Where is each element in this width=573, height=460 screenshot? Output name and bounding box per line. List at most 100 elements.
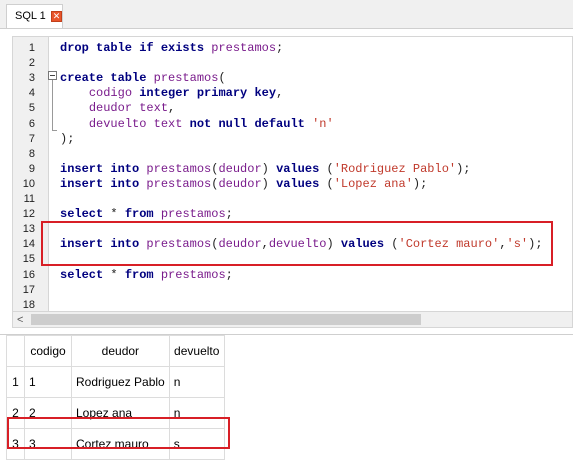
code-token: ); <box>456 161 471 176</box>
code-line[interactable]: 7); <box>13 132 572 147</box>
line-number: 18 <box>22 298 35 311</box>
table-cell-codigo[interactable]: 1 <box>24 366 72 398</box>
code-token: from <box>124 267 161 282</box>
fold-end <box>52 130 57 131</box>
code-line[interactable]: 18 <box>13 298 572 311</box>
code-line[interactable]: 8 <box>13 147 572 162</box>
row-number: 1 <box>6 366 25 398</box>
line-number: 14 <box>22 238 35 251</box>
code-text: codigo integer primary key, <box>60 86 283 101</box>
code-token: 'n' <box>312 116 334 131</box>
fold-collapse-icon[interactable] <box>48 71 57 80</box>
table-row[interactable]: 1 1 Rodriguez Pablo n <box>6 366 225 398</box>
code-token: insert into <box>60 176 147 191</box>
code-token: values <box>276 161 327 176</box>
line-number: 16 <box>22 268 35 281</box>
tab-bar: SQL 1 ✕ <box>0 0 573 29</box>
code-token: from <box>124 207 161 222</box>
code-token: ) <box>261 176 277 191</box>
code-text: select * from prestamos; <box>60 207 233 222</box>
code-token: prestamos <box>160 267 226 282</box>
code-text: insert into prestamos(deudor) values ('L… <box>60 177 427 192</box>
line-number: 2 <box>28 57 35 70</box>
code-token: 'Lopez ana' <box>333 176 413 191</box>
code-line[interactable]: 17 <box>13 283 572 298</box>
code-token: prestamos <box>146 176 212 191</box>
code-token: ; <box>225 207 233 222</box>
code-token: select <box>60 267 111 282</box>
code-token: ( <box>326 161 334 176</box>
code-text: select * from prestamos; <box>60 268 233 283</box>
code-line[interactable]: 1 drop table if exists prestamos; <box>13 41 572 56</box>
code-token: ; <box>276 41 284 55</box>
code-line[interactable]: 5 deudor text, <box>13 101 572 116</box>
code-line[interactable]: 3 create table prestamos( <box>13 71 572 86</box>
highlight-result-row-3 <box>7 417 230 449</box>
line-number: 7 <box>28 132 35 145</box>
code-token: values <box>276 176 327 191</box>
line-number: 11 <box>23 193 35 205</box>
fold-line <box>52 80 53 130</box>
scroll-thumb[interactable] <box>31 314 421 325</box>
code-line[interactable]: 6 devuelto text not null default 'n' <box>13 117 572 132</box>
sql-editor[interactable]: 1 drop table if exists prestamos; 2 3 create… <box>12 36 573 312</box>
horizontal-scrollbar[interactable]: < <box>12 312 573 328</box>
code-token: , <box>276 86 284 101</box>
code-token: drop table if exists <box>60 41 212 55</box>
code-token: ) <box>261 161 277 176</box>
code-token: prestamos <box>211 41 277 55</box>
code-token: deudor <box>218 176 262 191</box>
code-token: * <box>110 207 125 222</box>
code-token: ( <box>218 71 226 86</box>
code-line[interactable]: 12 select * from prestamos; <box>13 207 572 222</box>
code-token: , <box>168 101 176 116</box>
code-text: drop table if exists prestamos; <box>60 41 283 56</box>
code-token: * <box>110 267 125 282</box>
code-token: text <box>139 101 169 116</box>
tab-sql-1[interactable]: SQL 1 ✕ <box>6 4 63 28</box>
close-icon[interactable]: ✕ <box>51 11 62 22</box>
tab-label: SQL 1 <box>15 10 46 22</box>
line-number: 12 <box>22 208 35 221</box>
code-token: ); <box>412 176 428 191</box>
code-token: deudor <box>218 161 262 176</box>
code-line[interactable]: 4 codigo integer primary key, <box>13 86 572 101</box>
column-header-codigo[interactable]: codigo <box>24 335 72 367</box>
code-text: deudor text, <box>60 101 175 116</box>
header-row: codigo deudor devuelto <box>6 335 225 367</box>
code-token: deudor <box>88 101 140 116</box>
code-line[interactable]: 9 insert into prestamos(deudor) values ('… <box>13 162 572 177</box>
code-token: create table <box>60 71 154 86</box>
code-token: ( <box>326 176 334 191</box>
code-line[interactable]: 10 insert into prestamos(deudor) values (… <box>13 177 572 192</box>
code-text: create table prestamos( <box>60 71 226 86</box>
line-number: 5 <box>28 102 35 115</box>
code-line[interactable]: 2 <box>13 56 572 71</box>
code-text: devuelto text not null default 'n' <box>60 117 334 132</box>
code-text: insert into prestamos(deudor) values ('R… <box>60 162 471 177</box>
highlight-insert-statement <box>41 221 553 266</box>
code-token: ); <box>60 131 75 146</box>
code-token: prestamos <box>160 207 226 222</box>
table-cell-deudor[interactable]: Rodriguez Pablo <box>71 366 170 398</box>
line-number: 4 <box>28 87 35 100</box>
scroll-left-icon[interactable]: < <box>17 314 23 326</box>
line-number: 13 <box>22 223 35 236</box>
code-token: 'Rodriguez Pablo' <box>333 161 457 176</box>
code-line[interactable]: 11 <box>13 192 572 207</box>
code-token: codigo <box>88 86 140 101</box>
line-number: 15 <box>22 253 35 266</box>
code-token: devuelto <box>88 116 154 131</box>
code-token: select <box>60 207 111 222</box>
code-line[interactable]: 16 select * from prestamos; <box>13 268 572 283</box>
column-header-devuelto[interactable]: devuelto <box>168 335 225 367</box>
code-text: ); <box>60 132 74 147</box>
table-cell-devuelto[interactable]: n <box>168 366 225 398</box>
row-number-header <box>6 335 25 367</box>
line-number: 9 <box>28 162 35 175</box>
line-number: 6 <box>28 117 35 130</box>
column-header-deudor[interactable]: deudor <box>71 335 170 367</box>
